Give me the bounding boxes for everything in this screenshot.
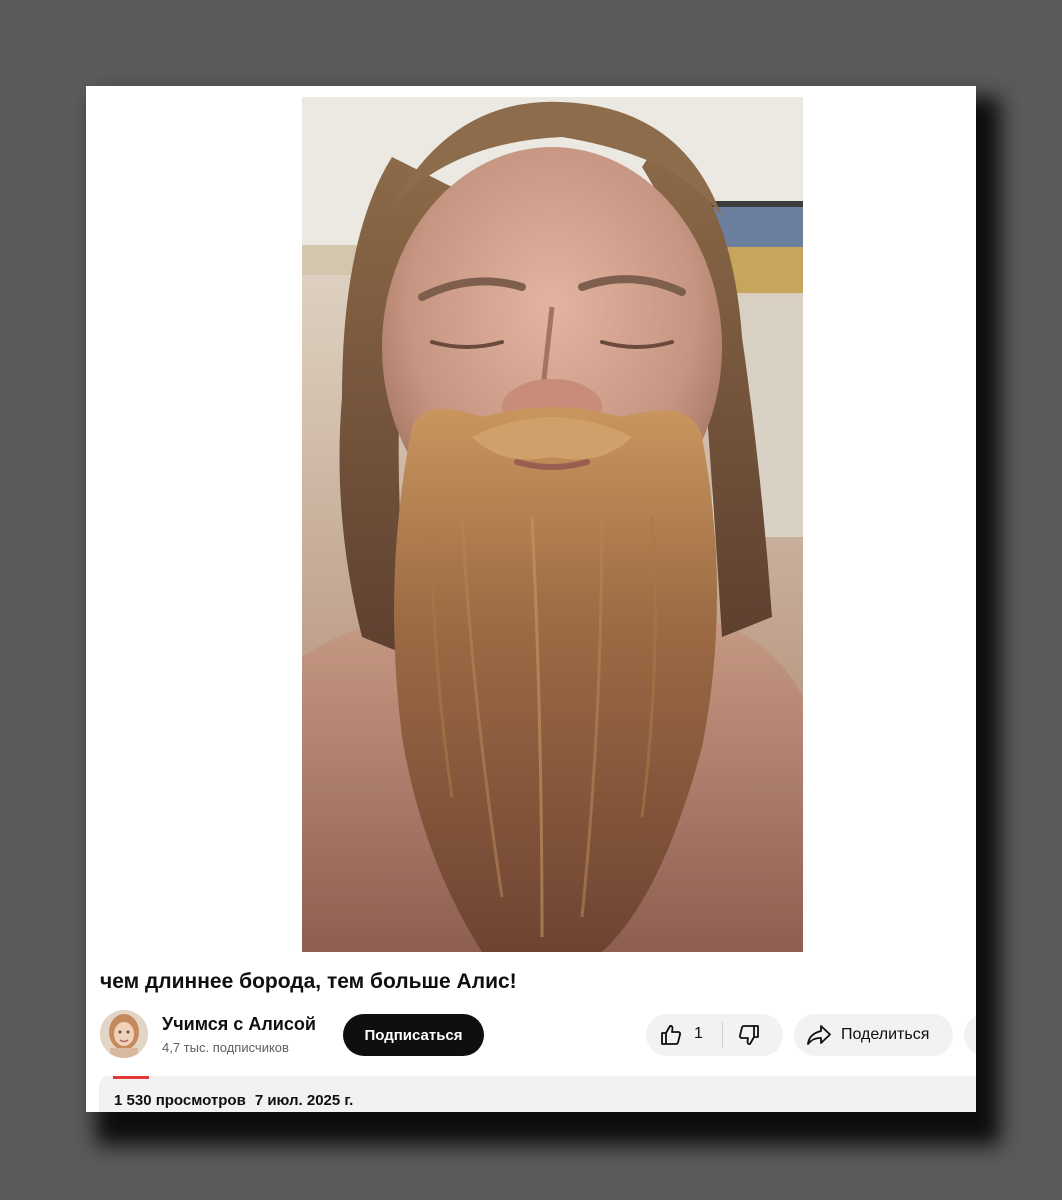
upload-date: 7 июл. 2025 г. — [254, 1092, 354, 1109]
thumbs-up-icon — [659, 1023, 683, 1047]
share-arrow-icon — [806, 1023, 832, 1047]
video-title: чем длиннее борода, тем больше Алис! — [100, 970, 517, 993]
share-label: Поделиться — [841, 1026, 930, 1043]
like-count: 1 — [694, 1025, 703, 1042]
description-accent — [113, 1076, 149, 1079]
video-page-card: чем длиннее борода, тем больше Алис! Учи… — [86, 86, 976, 1112]
channel-name[interactable]: Учимся с Алисой — [162, 1014, 316, 1035]
dislike-button[interactable] — [723, 1014, 783, 1056]
video-player[interactable] — [302, 97, 803, 952]
subscribe-button[interactable]: Подписаться — [343, 1014, 484, 1056]
like-button[interactable]: 1 — [646, 1014, 722, 1056]
description-box[interactable]: 1 530 просмотров 7 июл. 2025 г. — [99, 1076, 976, 1112]
subscriber-count: 4,7 тыс. подписчиков — [162, 1040, 289, 1055]
more-actions-button[interactable] — [964, 1014, 976, 1056]
channel-avatar[interactable] — [100, 1010, 148, 1058]
video-frame-image — [302, 97, 803, 952]
like-dislike-group: 1 — [646, 1014, 783, 1056]
share-button[interactable]: Поделиться — [794, 1014, 953, 1056]
thumbs-down-icon — [737, 1023, 761, 1047]
view-count: 1 530 просмотров — [114, 1092, 246, 1109]
description-meta: 1 530 просмотров 7 июл. 2025 г. — [114, 1092, 353, 1109]
